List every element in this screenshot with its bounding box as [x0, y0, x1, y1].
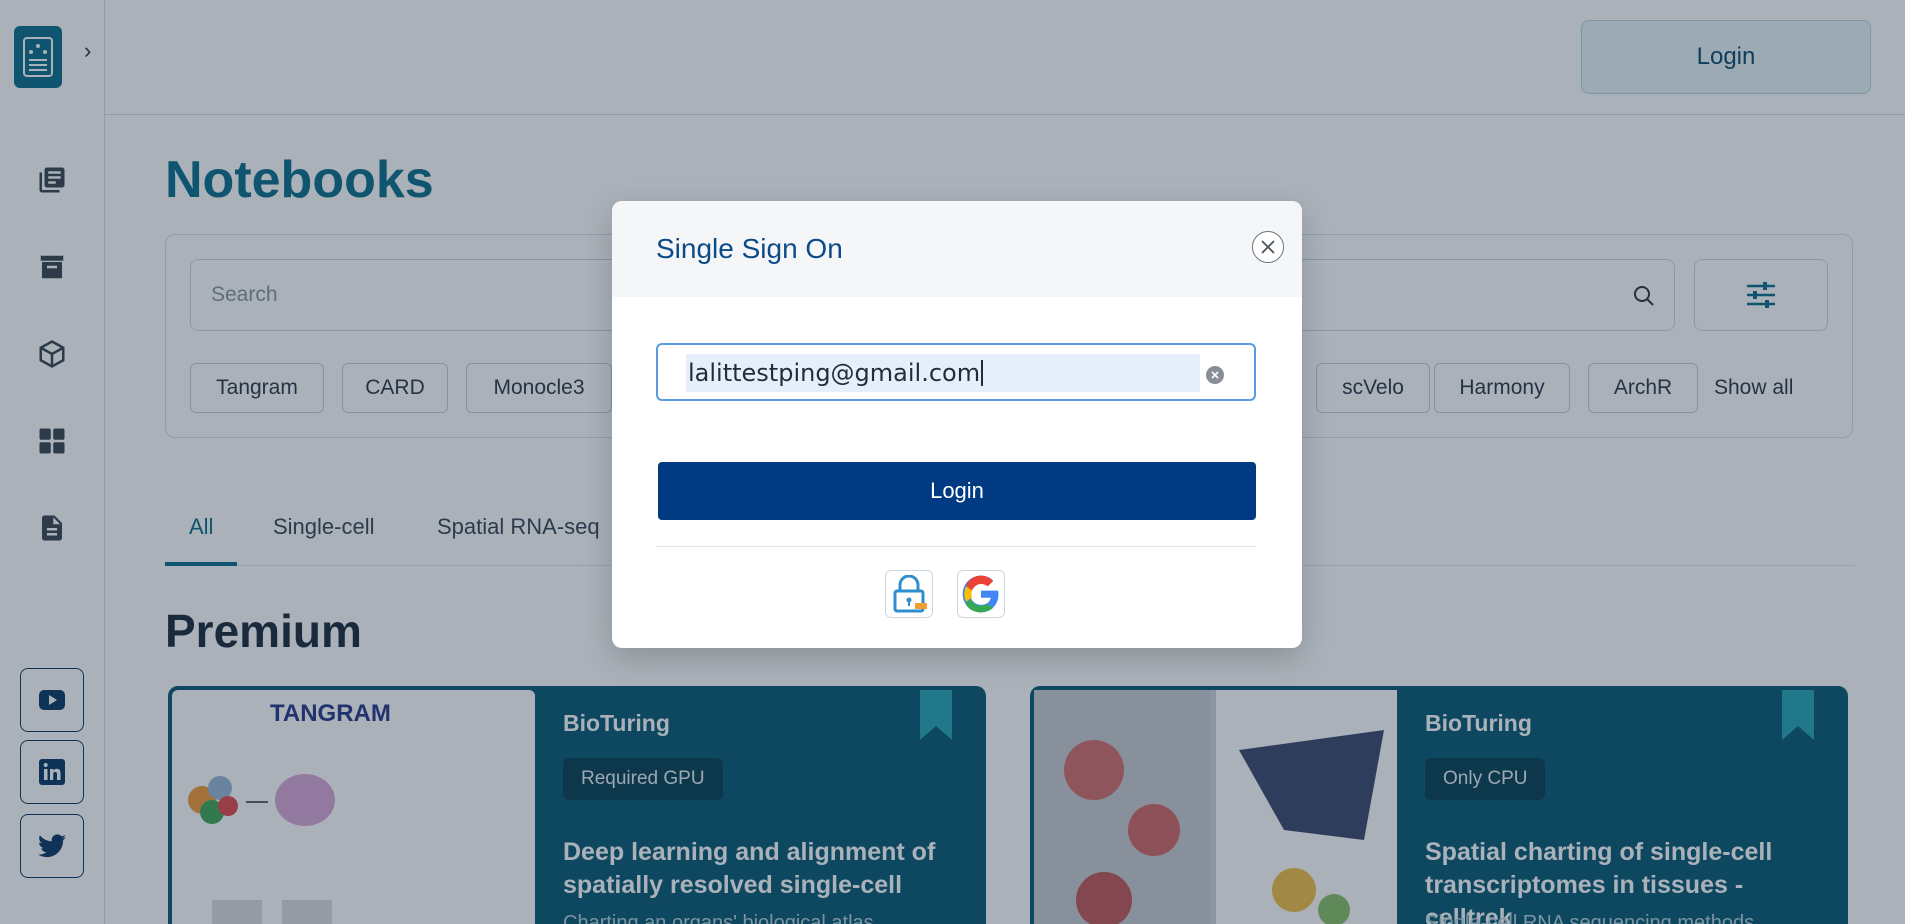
- lock-icon: [893, 575, 927, 613]
- email-text: lalittestping@gmail.com: [688, 359, 981, 387]
- sso-modal: Single Sign On lalittestping@gmail.com L…: [612, 201, 1302, 648]
- modal-title: Single Sign On: [656, 233, 843, 264]
- email-value[interactable]: lalittestping@gmail.com: [686, 354, 1200, 392]
- modal-header: Single Sign On: [612, 201, 1302, 297]
- close-button[interactable]: [1252, 231, 1284, 263]
- sso-lock-button[interactable]: [885, 570, 933, 618]
- text-caret: [981, 360, 983, 386]
- divider: [656, 546, 1256, 547]
- google-icon: [962, 575, 999, 613]
- email-field[interactable]: lalittestping@gmail.com: [656, 343, 1256, 401]
- login-button[interactable]: Login: [658, 462, 1256, 520]
- clear-input-icon[interactable]: [1206, 366, 1224, 384]
- google-signin-button[interactable]: [957, 570, 1005, 618]
- close-icon: [1261, 240, 1275, 254]
